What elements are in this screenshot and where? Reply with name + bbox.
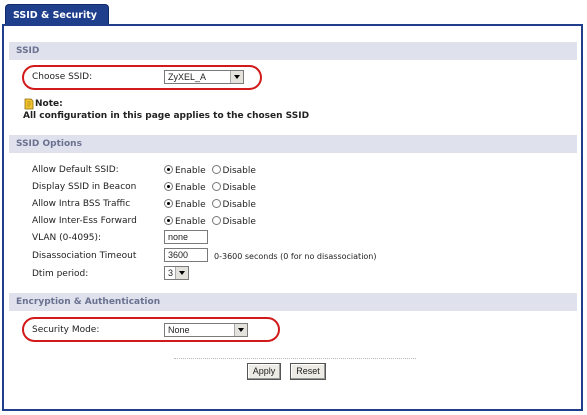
choose-ssid-label: Choose SSID: xyxy=(32,72,93,82)
radio-disable-label: Disable xyxy=(222,166,256,176)
dtim-period-value: 3 xyxy=(168,268,174,278)
note-icon xyxy=(24,98,34,110)
radio-disable[interactable] xyxy=(211,199,221,208)
option-label-display-ssid: Display SSID in Beacon xyxy=(32,182,137,192)
section-header-encryption: Encryption & Authentication xyxy=(9,293,577,311)
disassociation-timeout-input[interactable]: 3600 xyxy=(164,248,208,262)
radio-enable-label: Enable xyxy=(175,166,206,176)
ssid-security-page: SSID & Security SSID Choose SSID: ZyXEL_… xyxy=(2,3,584,412)
radio-disable[interactable] xyxy=(211,182,221,191)
choose-ssid-select[interactable]: ZyXEL_A xyxy=(164,70,244,84)
chevron-down-icon xyxy=(234,324,247,336)
radio-enable[interactable] xyxy=(164,199,173,208)
note-title: Note: xyxy=(35,99,63,109)
note-text: All configuration in this page applies t… xyxy=(23,111,310,121)
option-label-intra-bss: Allow Intra BSS Traffic xyxy=(32,199,131,209)
radio-enable[interactable] xyxy=(164,216,173,225)
radio-enable-label: Enable xyxy=(175,217,206,227)
radio-disable[interactable] xyxy=(211,165,221,174)
vlan-input[interactable]: none xyxy=(164,230,208,244)
option-label-inter-ess: Allow Inter-Ess Forward xyxy=(32,216,137,226)
radio-enable-label: Enable xyxy=(175,200,206,210)
tab-ssid-security[interactable]: SSID & Security xyxy=(5,4,109,26)
chevron-down-icon xyxy=(175,267,188,279)
dtim-period-select[interactable]: 3 xyxy=(164,266,189,280)
disassociation-timeout-label: Disassociation Timeout xyxy=(32,251,137,261)
disassociation-timeout-hint: 0-3600 seconds (0 for no disassociation) xyxy=(214,252,377,261)
main-panel: SSID Choose SSID: ZyXEL_A Note: All conf… xyxy=(2,24,583,411)
radio-enable-label: Enable xyxy=(175,183,206,193)
radio-disable[interactable] xyxy=(211,216,221,225)
dtim-period-label: Dtim period: xyxy=(32,269,89,279)
apply-button[interactable]: Apply xyxy=(247,363,281,380)
radio-disable-label: Disable xyxy=(222,200,256,210)
radio-group-intra-bss: Enable Disable xyxy=(164,199,256,210)
option-label-default-ssid: Allow Default SSID: xyxy=(32,165,119,175)
radio-enable[interactable] xyxy=(164,165,173,174)
radio-group-default-ssid: Enable Disable xyxy=(164,165,256,176)
radio-disable-label: Disable xyxy=(222,217,256,227)
radio-disable-label: Disable xyxy=(222,183,256,193)
security-mode-value: None xyxy=(168,325,190,335)
vlan-label: VLAN (0-4095): xyxy=(32,233,102,243)
radio-group-inter-ess: Enable Disable xyxy=(164,216,256,227)
radio-group-display-ssid: Enable Disable xyxy=(164,182,256,193)
section-header-ssid: SSID xyxy=(9,42,577,60)
security-mode-select[interactable]: None xyxy=(164,323,248,337)
chevron-down-icon xyxy=(230,71,243,83)
radio-enable[interactable] xyxy=(164,182,173,191)
security-mode-label: Security Mode: xyxy=(32,325,100,335)
button-divider xyxy=(174,358,416,359)
section-header-ssid-options: SSID Options xyxy=(9,135,577,153)
reset-button[interactable]: Reset xyxy=(290,363,326,380)
choose-ssid-value: ZyXEL_A xyxy=(168,72,207,82)
